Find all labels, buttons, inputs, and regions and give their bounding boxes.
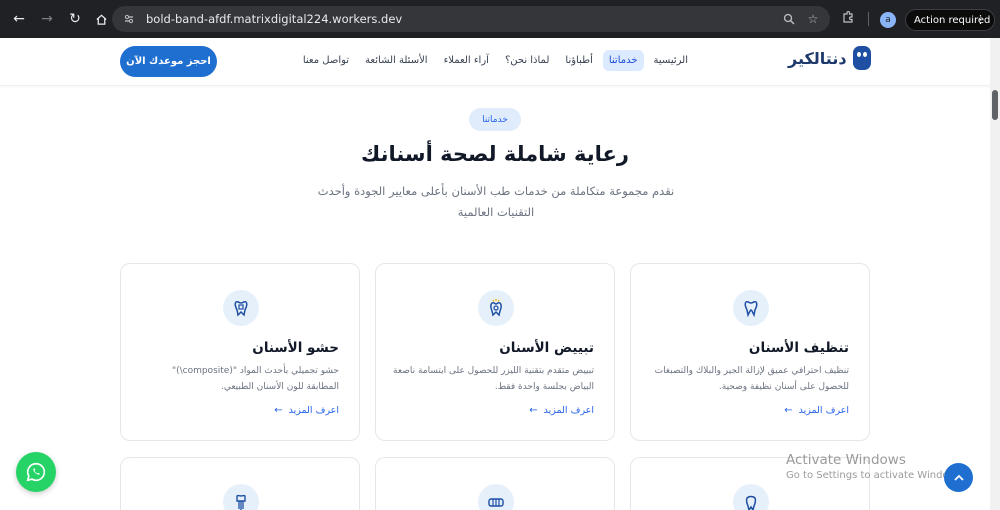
- nav-why-us[interactable]: لماذا نحن؟: [499, 50, 555, 71]
- site-logo[interactable]: دنتالكير: [788, 46, 871, 70]
- service-card-partial[interactable]: [120, 457, 360, 510]
- section-title: رعاية شاملة لصحة أسنانك: [361, 142, 629, 166]
- site-header: دنتالكير الرئيسية خدماتنا أطباؤنا لماذا …: [0, 38, 990, 86]
- card-description: تنظيف احترافي عميق لإزالة الجير والبلاك …: [654, 366, 849, 392]
- service-card-whitening[interactable]: تبييض الأسنان تبييض متقدم بتقنية الليزر …: [375, 263, 615, 441]
- learn-more-link[interactable]: اعرف المزيد ←: [784, 405, 849, 416]
- nav-home[interactable]: الرئيسية: [648, 50, 694, 71]
- watermark-subtitle: Go to Settings to activate Windows.: [786, 470, 966, 481]
- home-icon[interactable]: [90, 8, 112, 30]
- learn-more-label: اعرف المزيد: [543, 405, 594, 416]
- whitening-icon: [478, 290, 514, 326]
- site-info-icon[interactable]: [120, 10, 138, 28]
- logo-tooth-icon: [852, 46, 871, 70]
- arrow-left-icon: ←: [784, 405, 793, 416]
- card-description: حشو تجميلي بأحدث المواد "(composite\)" ا…: [171, 366, 339, 392]
- watermark-title: Activate Windows: [786, 452, 906, 468]
- forward-arrow-icon[interactable]: →: [36, 8, 58, 30]
- arrow-left-icon: ←: [274, 405, 283, 416]
- service-card-filling[interactable]: حشو الأسنان حشو تجميلي بأحدث المواد "(co…: [120, 263, 360, 441]
- url-text: bold-band-afdf.matrixdigital224.workers.…: [146, 12, 403, 26]
- learn-more-label: اعرف المزيد: [798, 405, 849, 416]
- zoom-icon[interactable]: [780, 10, 798, 28]
- service-card-partial[interactable]: [375, 457, 615, 510]
- nav-services[interactable]: خدماتنا: [602, 50, 644, 71]
- reload-icon[interactable]: ↻: [64, 8, 86, 30]
- service-card-cleaning[interactable]: تنظيف الأسنان تنظيف احترافي عميق لإزالة …: [630, 263, 870, 441]
- section-badge: خدماتنا: [469, 108, 521, 131]
- toolbar-separator: [868, 12, 869, 26]
- back-arrow-icon[interactable]: ←: [8, 8, 30, 30]
- card-description: تبييض متقدم بتقنية الليزر للحصول على ابت…: [393, 366, 594, 392]
- card-title: تنظيف الأسنان: [748, 340, 849, 356]
- braces-icon: [478, 484, 514, 510]
- browser-toolbar: ← → ↻ bold-band-afdf.matrixdigital224.wo…: [0, 0, 1000, 38]
- scroll-to-top-button[interactable]: [944, 463, 973, 492]
- action-required-button[interactable]: Action required ⋮: [905, 9, 995, 31]
- nav-faq[interactable]: الأسئلة الشائعة: [359, 50, 434, 71]
- main-nav: الرئيسية خدماتنا أطباؤنا لماذا نحن؟ آراء…: [297, 50, 694, 71]
- scrollbar-thumb[interactable]: [992, 90, 998, 120]
- book-appointment-button[interactable]: احجز موعدك الآن: [120, 46, 217, 77]
- arrow-up-icon: [953, 474, 964, 481]
- crown-icon: [733, 484, 769, 510]
- learn-more-link[interactable]: اعرف المزيد ←: [274, 405, 339, 416]
- learn-more-link[interactable]: اعرف المزيد ←: [529, 405, 594, 416]
- learn-more-label: اعرف المزيد: [288, 405, 339, 416]
- implant-icon: [223, 484, 259, 510]
- nav-testimonials[interactable]: آراء العملاء: [438, 50, 495, 71]
- filling-icon: [223, 290, 259, 326]
- card-title: حشو الأسنان: [252, 340, 339, 356]
- nav-doctors[interactable]: أطباؤنا: [559, 50, 598, 71]
- nav-contact[interactable]: تواصل معنا: [297, 50, 355, 71]
- extensions-icon[interactable]: [841, 10, 859, 28]
- arrow-left-icon: ←: [529, 405, 538, 416]
- card-title: تبييض الأسنان: [499, 340, 594, 356]
- logo-text: دنتالكير: [788, 48, 847, 68]
- whatsapp-icon: [26, 462, 46, 482]
- star-icon[interactable]: ☆: [804, 10, 822, 28]
- windows-activation-watermark: Activate Windows Go to Settings to activ…: [786, 452, 965, 481]
- whatsapp-button[interactable]: [16, 452, 56, 492]
- tooth-icon: [733, 290, 769, 326]
- more-vert-icon[interactable]: ⋮: [975, 13, 986, 26]
- profile-avatar[interactable]: a: [880, 12, 896, 28]
- address-bar[interactable]: bold-band-afdf.matrixdigital224.workers.…: [112, 6, 830, 32]
- section-subtitle: نقدم مجموعة متكاملة من خدمات طب الأسنان …: [317, 184, 675, 219]
